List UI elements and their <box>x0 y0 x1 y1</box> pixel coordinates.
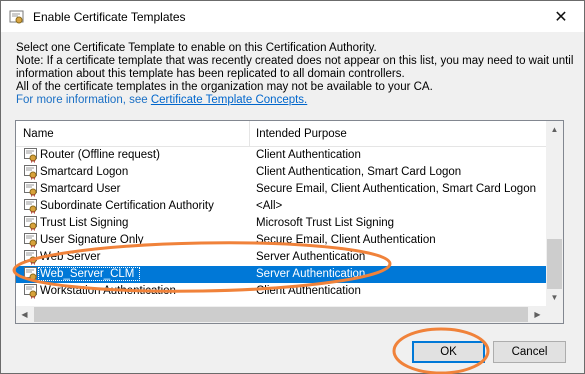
intended-purpose: Server Authentication <box>256 268 366 280</box>
close-button[interactable]: ✕ <box>538 1 584 32</box>
template-name: Smartcard Logon <box>40 166 129 178</box>
list-item[interactable]: Web Server Server Authentication <box>16 249 546 266</box>
list-item[interactable]: Smartcard Logon Client Authentication, S… <box>16 164 546 181</box>
template-name: Subordinate Certification Authority <box>40 200 214 212</box>
more-info: For more information, see Certificate Te… <box>16 94 573 107</box>
scrollbar-corner <box>546 306 563 323</box>
certificate-app-icon <box>9 10 24 24</box>
template-name: Web_Server_CLM <box>40 268 135 280</box>
column-header-intended-purpose[interactable]: Intended Purpose <box>256 128 347 140</box>
ok-button-label: OK <box>440 346 457 358</box>
template-name: Web Server <box>40 251 101 263</box>
title-bar: Enable Certificate Templates ✕ <box>1 1 584 32</box>
certificate-template-icon <box>24 233 37 248</box>
ok-button[interactable]: OK <box>412 341 485 363</box>
certificate-template-icon <box>24 182 37 197</box>
intended-purpose: Client Authentication <box>256 285 361 297</box>
column-header-name[interactable]: Name <box>23 128 54 140</box>
intended-purpose: Client Authentication <box>256 149 361 161</box>
list-item[interactable]: Router (Offline request) Client Authenti… <box>16 147 546 164</box>
horizontal-scrollbar[interactable]: ◀ ▶ <box>16 306 546 323</box>
template-name: Workstation Authentication <box>40 285 176 297</box>
horizontal-scroll-thumb[interactable] <box>34 307 528 322</box>
enable-certificate-templates-dialog: Enable Certificate Templates ✕ Select on… <box>0 0 585 374</box>
list-item[interactable]: Subordinate Certification Authority <All… <box>16 198 546 215</box>
description-line: Note: If a certificate template that was… <box>16 55 574 67</box>
more-info-prefix: For more information, see <box>16 94 151 106</box>
template-name: Smartcard User <box>40 183 121 195</box>
list-item[interactable]: Workstation Authentication Client Authen… <box>16 283 546 300</box>
certificate-template-list[interactable]: Name Intended Purpose Router (Offline re… <box>15 120 564 324</box>
cancel-button[interactable]: Cancel <box>493 341 566 363</box>
description-line: information about this template has been… <box>16 68 405 80</box>
certificate-template-icon <box>24 284 37 299</box>
description: Select one Certificate Template to enabl… <box>16 42 573 107</box>
certificate-template-icon <box>24 267 37 282</box>
vertical-scroll-thumb[interactable] <box>547 239 562 289</box>
intended-purpose: Server Authentication <box>256 251 366 263</box>
intended-purpose: Secure Email, Client Authentication, Sma… <box>256 183 536 195</box>
window-title: Enable Certificate Templates <box>33 10 186 24</box>
intended-purpose: Microsoft Trust List Signing <box>256 217 395 229</box>
certificate-template-icon <box>24 165 37 180</box>
template-name: Router (Offline request) <box>40 149 160 161</box>
intended-purpose: <All> <box>256 200 283 212</box>
intended-purpose: Client Authentication, Smart Card Logon <box>256 166 462 178</box>
certificate-template-icon <box>24 216 37 231</box>
template-name: Trust List Signing <box>40 217 129 229</box>
description-line: All of the certificate templates in the … <box>16 81 433 93</box>
certificate-template-concepts-link[interactable]: Certificate Template Concepts. <box>151 94 307 106</box>
vertical-scrollbar[interactable]: ▲ ▼ <box>546 121 563 306</box>
certificate-template-icon <box>24 250 37 265</box>
scroll-right-arrow-icon[interactable]: ▶ <box>529 306 546 323</box>
list-header: Name Intended Purpose <box>16 121 546 147</box>
scroll-up-arrow-icon[interactable]: ▲ <box>546 121 563 138</box>
close-icon: ✕ <box>554 8 568 26</box>
certificate-template-icon <box>24 148 37 163</box>
list-item[interactable]: Smartcard User Secure Email, Client Auth… <box>16 181 546 198</box>
certificate-template-icon <box>24 199 37 214</box>
description-line: Select one Certificate Template to enabl… <box>16 42 377 54</box>
column-separator[interactable] <box>249 121 250 146</box>
template-name: User Signature Only <box>40 234 144 246</box>
list-item[interactable]: Trust List Signing Microsoft Trust List … <box>16 215 546 232</box>
scroll-left-arrow-icon[interactable]: ◀ <box>16 306 33 323</box>
list-item-selected[interactable]: Web_Server_CLM Server Authentication <box>16 266 546 283</box>
list-rows: Router (Offline request) Client Authenti… <box>16 147 546 305</box>
scroll-down-arrow-icon[interactable]: ▼ <box>546 289 563 306</box>
intended-purpose: Secure Email, Client Authentication <box>256 234 436 246</box>
cancel-button-label: Cancel <box>511 346 548 358</box>
list-item[interactable]: User Signature Only Secure Email, Client… <box>16 232 546 249</box>
